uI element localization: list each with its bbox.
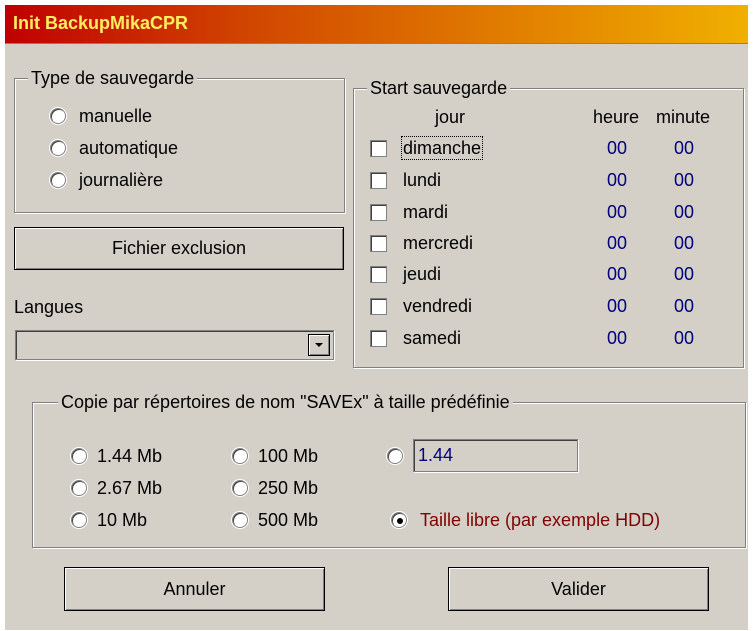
radio-size-2-67-label[interactable]: 2.67 Mb (97, 478, 162, 498)
copy-size-legend: Copie par répertoires de nom "SAVEx" à t… (58, 392, 513, 412)
header-hour: heure (593, 107, 640, 127)
checkbox-dimanche[interactable] (370, 140, 387, 157)
radio-size-500-label[interactable]: 500 Mb (258, 510, 318, 530)
languages-dropdown-button[interactable] (308, 334, 330, 356)
radio-size-250-label[interactable]: 250 Mb (258, 478, 318, 498)
radio-size-1-44-label[interactable]: 1.44 Mb (97, 446, 162, 466)
cancel-button[interactable]: Annuler (64, 567, 325, 611)
day-label-mercredi[interactable]: mercredi (403, 233, 473, 253)
radio-free-size[interactable] (391, 512, 407, 528)
hour-lundi[interactable]: 00 (597, 170, 637, 190)
checkbox-vendredi[interactable] (370, 298, 387, 315)
minute-vendredi[interactable]: 00 (664, 296, 704, 316)
minute-lundi[interactable]: 00 (664, 170, 704, 190)
radio-size-100[interactable] (232, 448, 248, 464)
languages-select[interactable] (15, 330, 334, 360)
dialog-window: Init BackupMikaCPR Type de sauvegarde ma… (5, 5, 748, 630)
hour-samedi[interactable]: 00 (597, 328, 637, 348)
radio-journaliere[interactable] (50, 172, 66, 188)
minute-samedi[interactable]: 00 (664, 328, 704, 348)
exclusion-file-button-label: Fichier exclusion (111, 238, 247, 258)
custom-size-input[interactable]: 1.44 (413, 439, 578, 472)
backup-type-legend: Type de sauvegarde (28, 68, 198, 88)
radio-journaliere-label[interactable]: journalière (79, 170, 163, 190)
radio-automatique-label[interactable]: automatique (79, 138, 178, 158)
hour-vendredi[interactable]: 00 (597, 296, 637, 316)
radio-size-2-67[interactable] (71, 480, 87, 496)
radio-manuelle-label[interactable]: manuelle (79, 106, 152, 126)
hour-mardi[interactable]: 00 (597, 202, 637, 222)
day-label-samedi[interactable]: samedi (403, 328, 461, 348)
ok-button-label: Valider (551, 579, 606, 599)
checkbox-mardi[interactable] (370, 204, 387, 221)
header-day: jour (435, 107, 466, 127)
minute-mercredi[interactable]: 00 (664, 233, 704, 253)
day-label-mardi[interactable]: mardi (403, 202, 448, 222)
radio-automatique[interactable] (50, 140, 66, 156)
radio-size-250[interactable] (232, 480, 248, 496)
checkbox-mercredi[interactable] (370, 235, 387, 252)
radio-size-10[interactable] (71, 512, 87, 528)
day-label-lundi[interactable]: lundi (403, 170, 441, 190)
languages-label: Langues (14, 297, 84, 317)
minute-jeudi[interactable]: 00 (664, 264, 704, 284)
checkbox-jeudi[interactable] (370, 266, 387, 283)
radio-size-1-44[interactable] (71, 448, 87, 464)
radio-size-custom[interactable] (387, 448, 403, 464)
custom-size-value: 1.44 (418, 445, 454, 465)
start-backup-group (353, 88, 744, 368)
radio-size-10-label[interactable]: 10 Mb (97, 510, 147, 530)
checkbox-samedi[interactable] (370, 330, 387, 347)
checkbox-lundi[interactable] (370, 172, 387, 189)
radio-size-500[interactable] (232, 512, 248, 528)
radio-size-100-label[interactable]: 100 Mb (258, 446, 318, 466)
start-backup-legend: Start sauvegarde (367, 78, 511, 98)
radio-manuelle[interactable] (50, 108, 66, 124)
day-label-dimanche[interactable]: dimanche (400, 136, 484, 160)
chevron-down-icon (315, 343, 323, 347)
cancel-button-label: Annuler (163, 579, 226, 599)
hour-jeudi[interactable]: 00 (597, 264, 637, 284)
hour-mercredi[interactable]: 00 (597, 233, 637, 253)
day-label-jeudi[interactable]: jeudi (403, 264, 441, 284)
header-minute: minute (656, 107, 711, 127)
exclusion-file-button[interactable]: Fichier exclusion (14, 227, 344, 270)
ok-button[interactable]: Valider (448, 567, 709, 611)
minute-mardi[interactable]: 00 (664, 202, 704, 222)
radio-free-size-label[interactable]: Taille libre (par exemple HDD) (420, 510, 660, 530)
title-bar[interactable]: Init BackupMikaCPR (5, 5, 748, 44)
window-title: Init BackupMikaCPR (13, 13, 189, 33)
day-label-vendredi[interactable]: vendredi (403, 296, 472, 316)
minute-dimanche[interactable]: 00 (664, 138, 704, 158)
hour-dimanche[interactable]: 00 (597, 138, 637, 158)
